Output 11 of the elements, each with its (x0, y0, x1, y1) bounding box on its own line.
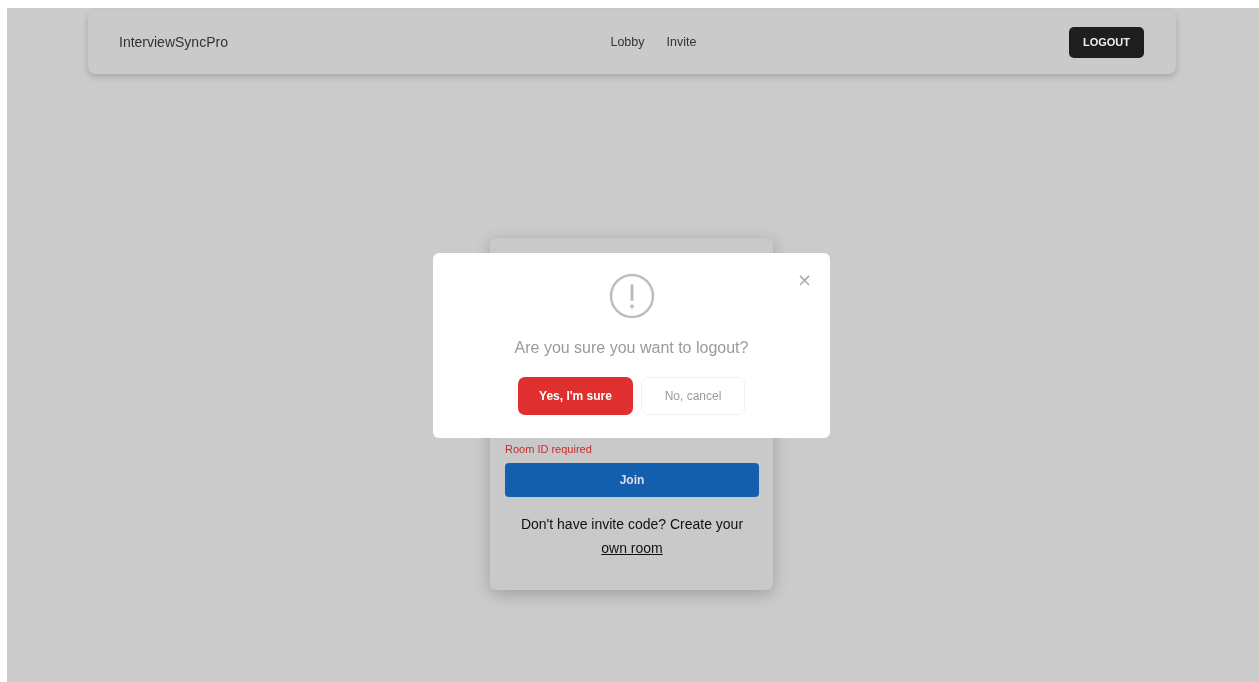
create-room-text: Don't have invite code? Create your own room (519, 515, 745, 558)
own-room-link[interactable]: own room (601, 540, 663, 556)
confirm-button[interactable]: Yes, I'm sure (518, 377, 633, 415)
logout-button[interactable]: LOGOUT (1068, 26, 1144, 58)
dialog-message: Are you sure you want to logout? (514, 339, 749, 357)
nav-link[interactable]: Invite (666, 35, 697, 49)
brand-name: InterviewSyncPro (119, 34, 228, 50)
error-message: Room ID required (505, 443, 593, 455)
exclamation-icon (608, 273, 655, 319)
nav-link[interactable]: Lobby (610, 35, 645, 49)
join-button[interactable]: Join (505, 463, 759, 497)
